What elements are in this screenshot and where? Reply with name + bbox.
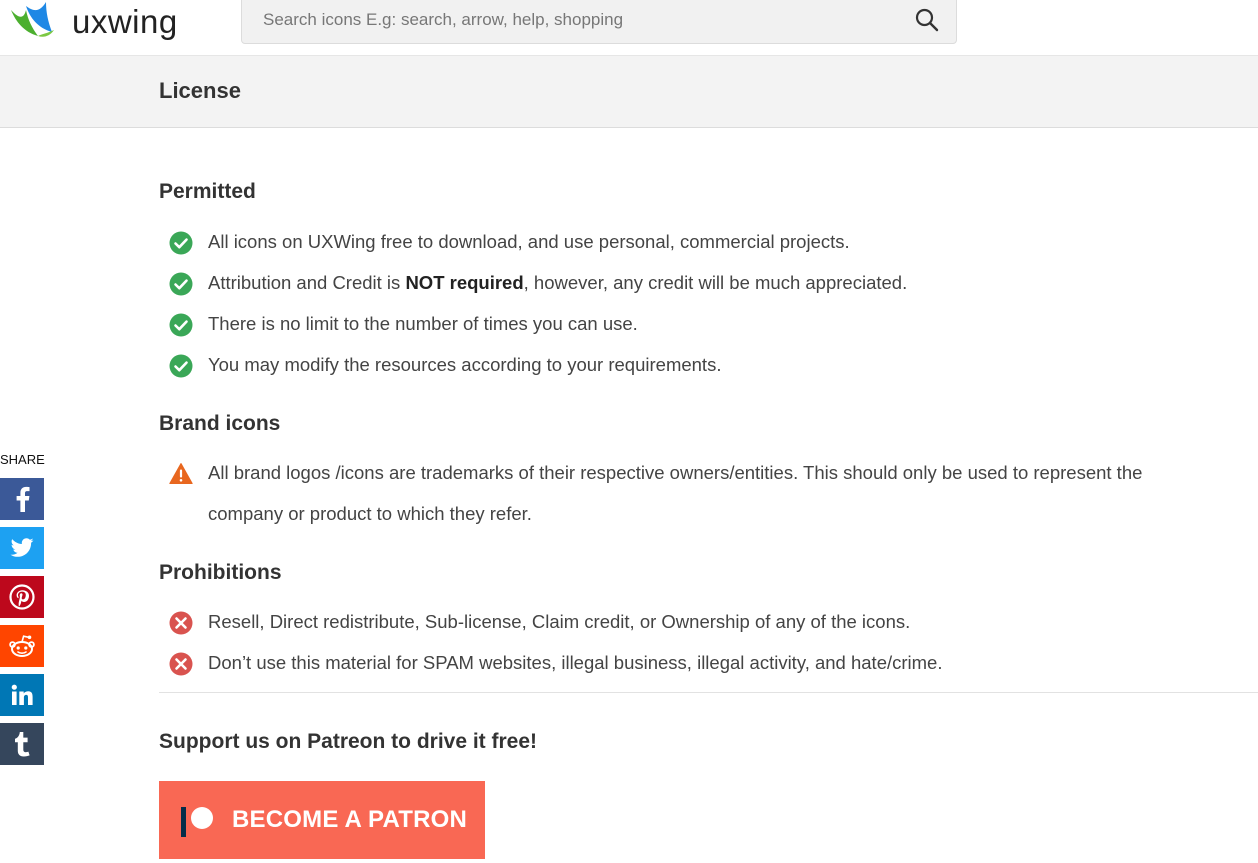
share-tumblr-button[interactable] [0,723,44,765]
permitted-item: All icons on UXWing free to download, an… [169,230,850,262]
permitted-item-text: There is no limit to the number of times… [208,313,638,334]
share-pinterest-button[interactable] [0,576,44,618]
check-circle-icon [169,231,193,255]
share-twitter-button[interactable] [0,527,44,569]
search-box [241,0,957,44]
permitted-item: You may modify the resources according t… [169,353,721,385]
attribution-text-pre: Attribution and Credit is [208,272,406,293]
brand-icons-heading: Brand icons [159,412,281,435]
search-icon[interactable] [914,7,940,33]
brand-item-text: All brand logos /icons are trademarks of… [208,452,1142,534]
check-circle-icon [169,313,193,337]
share-linkedin-button[interactable] [0,674,44,716]
page-title: License [159,78,241,103]
permitted-item-text: All icons on UXWing free to download, an… [208,231,850,252]
prohibitions-heading: Prohibitions [159,561,282,584]
search-input[interactable] [242,0,902,43]
reddit-icon [9,635,35,657]
permitted-item-text: You may modify the resources according t… [208,354,722,375]
uxwing-logo[interactable]: uxwing [8,0,178,44]
x-circle-icon [169,611,193,635]
permitted-item-text: Attribution and Credit is NOT required, … [208,262,907,303]
permitted-item: Attribution and Credit is NOT required, … [169,271,907,303]
warning-triangle-icon [169,463,193,484]
patron-button-label: BECOME A PATRON [232,806,467,833]
divider [159,692,1258,693]
share-reddit-button[interactable] [0,625,44,667]
section-bar: License [0,56,1258,128]
facebook-icon [16,486,30,512]
brand-item: All brand logos /icons are trademarks of… [169,461,1142,534]
support-heading: Support us on Patreon to drive it free! [159,730,538,753]
prohibition-item: Resell, Direct redistribute, Sub-license… [169,610,910,642]
check-circle-icon [169,272,193,296]
brand-item-line-2: company or product to which they refer. [208,503,532,524]
brand-item-line-1: All brand logos /icons are trademarks of… [208,462,1143,483]
share-facebook-button[interactable] [0,478,44,520]
share-label: SHARE [0,452,45,467]
twitter-icon [10,538,34,557]
linkedin-icon [11,684,33,705]
attribution-text-bold: NOT required [405,272,524,293]
attribution-text-post: , however, any credit will be much appre… [523,272,908,293]
site-header: uxwing [0,0,1258,56]
prohibition-item: Don’t use this material for SPAM website… [169,651,943,683]
permitted-item: There is no limit to the number of times… [169,312,638,344]
logo-text: uxwing [72,3,178,40]
tumblr-icon [15,732,30,757]
x-circle-icon [169,652,193,676]
wing-logo-icon [11,2,54,37]
permitted-heading: Permitted [159,180,256,203]
check-circle-icon [169,354,193,378]
become-a-patron-button[interactable]: BECOME A PATRON [159,781,485,859]
patreon-icon [181,807,213,837]
prohibition-item-text: Resell, Direct redistribute, Sub-license… [208,611,911,632]
prohibition-item-text: Don’t use this material for SPAM website… [208,652,943,673]
pinterest-icon [9,584,35,610]
